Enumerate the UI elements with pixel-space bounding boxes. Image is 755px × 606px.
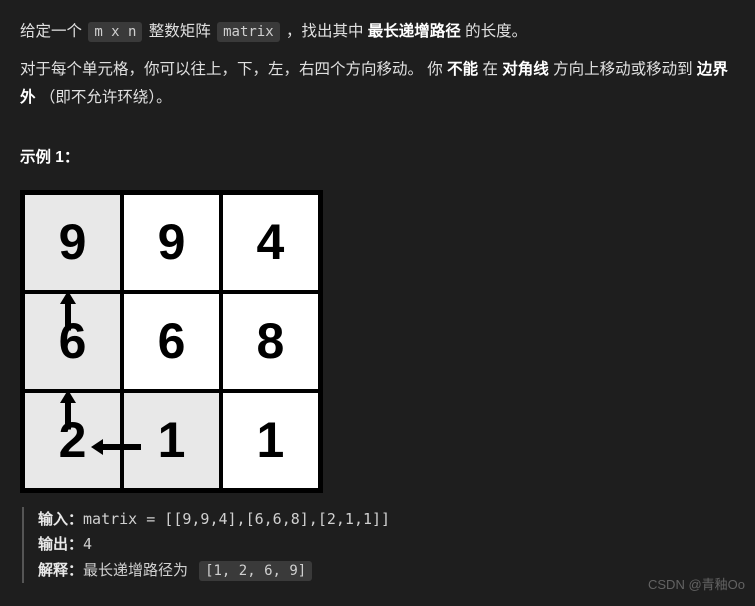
note-text: 对于每个单元格，你可以往上，下，左，右四个方向移动。 你	[20, 61, 447, 78]
example-output-line: 输出：4	[38, 532, 735, 558]
grid-cell: 9	[122, 193, 221, 292]
note-text: （即不允许环绕）。	[40, 89, 172, 106]
note-text: 在	[482, 61, 502, 78]
code-matrix: matrix	[217, 22, 280, 42]
code-mn: m x n	[88, 22, 142, 42]
grid-cell: 9	[23, 193, 122, 292]
example-block: 输入：matrix = [[9,9,4],[6,6,8],[2,1,1]] 输出…	[22, 507, 735, 584]
problem-note: 对于每个单元格，你可以往上，下，左，右四个方向移动。 你 不能 在 对角线 方向…	[20, 56, 735, 112]
watermark: CSDN @青釉Oo	[648, 573, 745, 596]
example-explain-line: 解释：最长递增路径为 [1, 2, 6, 9]	[38, 558, 735, 584]
output-value: 4	[83, 535, 92, 553]
desc-text: 整数矩阵	[149, 23, 215, 40]
input-label: 输入：	[38, 510, 83, 528]
grid-cell: 6	[122, 292, 221, 391]
note-text: 方向上移动或移动到	[553, 61, 697, 78]
arrow-up-icon	[57, 288, 79, 340]
example-title: 示例 1：	[20, 144, 735, 172]
problem-description: 给定一个 m x n 整数矩阵 matrix ，找出其中 最长递增路径 的长度。	[20, 18, 735, 46]
explain-label: 解释：	[38, 561, 83, 579]
output-label: 输出：	[38, 535, 83, 553]
grid-cell: 1	[221, 391, 320, 490]
bold-longest-path: 最长递增路径	[368, 23, 461, 40]
explain-text: 最长递增路径为	[83, 561, 197, 579]
bold-diagonal: 对角线	[502, 61, 549, 78]
grid-cell: 8	[221, 292, 320, 391]
grid-cell: 4	[221, 193, 320, 292]
desc-text: 给定一个	[20, 23, 86, 40]
desc-text: 的长度。	[465, 23, 527, 40]
grid-row: 9 9 4	[23, 193, 320, 292]
arrow-up-icon	[57, 387, 79, 439]
input-value: matrix = [[9,9,4],[6,6,8],[2,1,1]]	[83, 510, 390, 528]
arrow-left-icon	[89, 427, 143, 465]
bold-cannot: 不能	[447, 61, 478, 78]
desc-text: ，找出其中	[286, 23, 368, 40]
example-grid-image: 9 9 4 6 6 8 2 1 1	[20, 190, 323, 493]
example-input-line: 输入：matrix = [[9,9,4],[6,6,8],[2,1,1]]	[38, 507, 735, 533]
explain-code: [1, 2, 6, 9]	[199, 561, 312, 581]
